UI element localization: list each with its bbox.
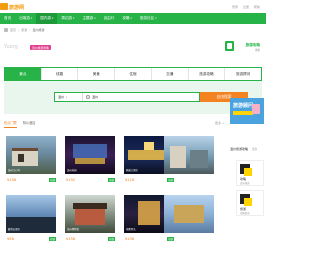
right-card-sub: 攻略指南 — [240, 212, 250, 215]
logo-text[interactable]: 旅游网 — [9, 4, 24, 11]
card-caption: 温州江心屿 — [8, 169, 20, 172]
right-ad-title: 旅游顾问 — [233, 103, 254, 109]
nav-item-domestic[interactable]: 国内游 ▾ — [36, 13, 58, 24]
card-price: ¥158 — [125, 237, 135, 241]
card-caption: 楠溪江景区 — [126, 169, 138, 172]
chevron-down-icon: ▾ — [66, 95, 68, 99]
tab-transport[interactable]: 交通 — [152, 68, 189, 80]
card-price: ¥116 — [125, 178, 135, 182]
chevron-down-icon: ▾ — [52, 17, 54, 20]
attraction-card[interactable]: 温州江心屿 ¥158 热销 — [6, 136, 56, 196]
tab-attractions[interactable]: 景点 — [5, 68, 42, 80]
attraction-card[interactable]: 雁荡山景区 ¥56 热销 — [6, 195, 56, 255]
right-ad-banner[interactable]: 旅游顾问 — [230, 98, 264, 124]
search-band: 温州▾ 自由搜索 — [4, 81, 262, 114]
category-tabs: 景点 线路 美食 住宿 交通 旅游攻略 旅游顾问 — [4, 67, 262, 81]
attraction-image: 温州乐园 — [65, 136, 115, 174]
city-badge[interactable]: 温州旅游攻略 — [30, 45, 51, 50]
chevron-down-icon: ▾ — [94, 17, 96, 20]
attraction-image: 温州博物馆 — [65, 195, 115, 233]
card-tag: 热销 — [108, 178, 115, 182]
guide-icon — [225, 41, 234, 51]
content-tabs: 热点门票 特价酒店 — [4, 120, 224, 128]
right-card[interactable]: 攻略 温州旅游 — [236, 160, 264, 186]
nav-item-community[interactable]: 旅游社区 ▾ — [136, 13, 161, 24]
banner-subtitle: 攻略 — [254, 49, 260, 52]
attraction-card[interactable] — [164, 195, 214, 255]
card-price: ¥192 — [66, 178, 76, 182]
tab-guides[interactable]: 旅游攻略 — [189, 68, 226, 80]
card-price: ¥56 — [7, 237, 14, 241]
nav-item-theme[interactable]: 主题游 ▾ — [78, 13, 99, 24]
login-link[interactable]: 登录 — [232, 5, 238, 9]
card-tag: 热销 — [108, 237, 115, 241]
chevron-down-icon: ▾ — [155, 17, 157, 20]
nav-item-nearby[interactable]: 周边游 ▾ — [57, 13, 78, 24]
nav-item-outbound[interactable]: 出境游 ▾ — [15, 13, 36, 24]
breadcrumb-current: 温州旅游 — [32, 28, 45, 32]
card-caption: 南麂列岛 — [126, 228, 136, 231]
nav-item-guide[interactable]: 攻略 ▾ — [118, 13, 136, 24]
tab-hotels[interactable]: 住宿 — [115, 68, 152, 80]
card-caption: 温州乐园 — [67, 169, 77, 172]
chevron-down-icon: ▾ — [73, 17, 75, 20]
home-icon[interactable] — [4, 28, 8, 32]
attraction-card[interactable]: 温州博物馆 ¥158 热销 — [65, 195, 115, 255]
right-more-link[interactable]: 更多 — [252, 147, 257, 151]
card-price: ¥158 — [7, 178, 17, 182]
card-price: ¥158 — [66, 237, 76, 241]
attraction-card[interactable] — [164, 136, 214, 196]
card-caption: 温州博物馆 — [67, 228, 79, 231]
breadcrumb-home[interactable]: 首页 — [10, 28, 16, 32]
chevron-down-icon: ▾ — [30, 17, 33, 20]
attraction-image: 雁荡山景区 — [6, 195, 56, 233]
card-tag: 热销 — [49, 178, 56, 182]
search-box: 温州 ▾ — [54, 92, 200, 102]
page: 旅游网 登录 注册 帮助 首页 出境游 ▾ 国内游 ▾ 周边游 ▾ 主题游 ▾ 自由行 … — [0, 0, 266, 269]
page-title: Yuerg — [4, 44, 18, 50]
right-card-sub: 温州旅游 — [240, 182, 250, 185]
right-card[interactable]: 旅游 攻略指南 — [236, 190, 264, 216]
main-nav: 首页 出境游 ▾ 国内游 ▾ 周边游 ▾ 主题游 ▾ 自由行 攻略 ▾ 旅游社区 ▾ — [0, 13, 266, 24]
nav-item-free[interactable]: 自由行 — [100, 13, 119, 24]
card-tag: 热销 — [49, 237, 56, 241]
ad-stripe — [233, 111, 253, 115]
tab-food[interactable]: 美食 — [78, 68, 116, 80]
attraction-image: 温州江心屿 — [6, 136, 56, 174]
card-caption: 雁荡山景区 — [8, 228, 20, 231]
more-link[interactable]: 更多 > — [215, 121, 224, 125]
logo-icon[interactable] — [0, 3, 8, 10]
chevron-down-icon: ▾ — [130, 17, 132, 20]
title-row: Yuerg 温州旅游攻略 旅游攻略 攻略 — [4, 37, 262, 59]
tab-routes[interactable]: 线路 — [42, 68, 79, 80]
help-link[interactable]: 帮助 — [254, 5, 260, 9]
guide-tile-icon — [240, 164, 252, 176]
attraction-image — [164, 195, 214, 233]
guide-tile-icon — [240, 194, 252, 206]
top-bar: 旅游网 登录 注册 帮助 — [0, 0, 266, 13]
nav-item-home[interactable]: 首页 — [0, 13, 15, 24]
tab-special-hotels[interactable]: 特价酒店 — [23, 120, 36, 128]
tab-hot-tickets[interactable]: 热点门票 — [4, 120, 17, 128]
attraction-card[interactable]: 温州乐园 ¥192 热销 — [65, 136, 115, 196]
city-select[interactable]: 温州 ▾ — [55, 93, 83, 101]
tab-advisor[interactable]: 旅游顾问 — [225, 68, 261, 80]
register-link[interactable]: 注册 — [243, 5, 249, 9]
attraction-image — [164, 136, 214, 174]
search-input[interactable] — [90, 95, 199, 99]
breadcrumb: 首页 › 旅游 › 温州旅游 — [4, 28, 44, 32]
top-links: 登录 注册 帮助 — [232, 5, 260, 9]
ad-figure-icon — [252, 104, 260, 114]
breadcrumb-travel[interactable]: 旅游 — [21, 28, 27, 32]
right-section-title: 温州旅游攻略 — [230, 147, 249, 151]
